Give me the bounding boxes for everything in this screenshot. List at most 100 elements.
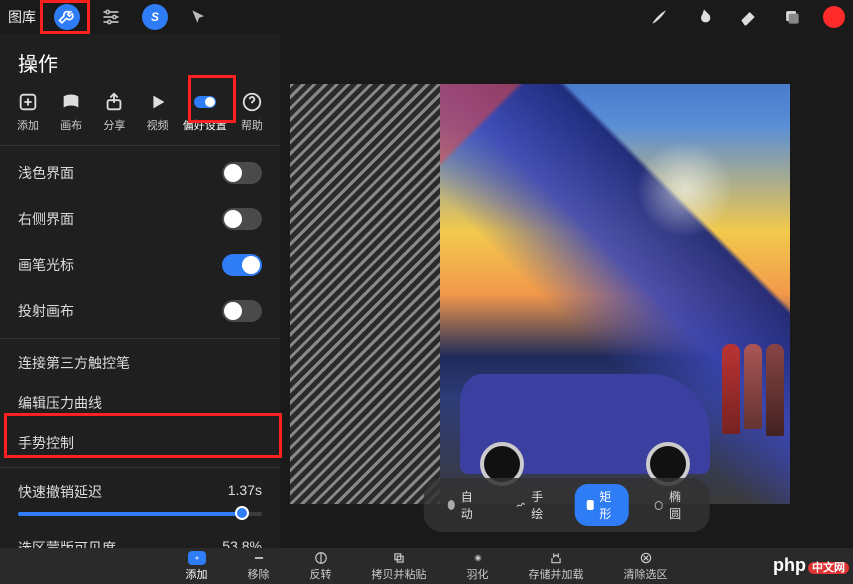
sel-mode-label: 手绘: [531, 488, 548, 522]
copy-paste-icon: [390, 551, 408, 565]
ellipse-icon: [654, 501, 663, 510]
slider-undo-delay: 快速撤销延迟 1.37s: [0, 472, 280, 520]
tab-add[interactable]: 添加: [10, 91, 46, 133]
bottom-toolbar: 添加 移除 反转 拷贝并粘贴 羽化 存储并加载 清除选区: [0, 548, 853, 584]
tab-label: 分享: [103, 117, 125, 133]
link-gesture-controls[interactable]: 手势控制: [0, 423, 280, 463]
wrench-icon[interactable]: [54, 4, 80, 30]
save-load-icon: [547, 551, 565, 565]
feather-icon: [469, 551, 487, 565]
toggle-icon: [194, 91, 216, 113]
play-icon: [147, 91, 169, 113]
canvas-area[interactable]: 自动 手绘 矩形 椭圆: [280, 34, 853, 548]
sel-mode-label: 椭圆: [669, 488, 686, 522]
cursor-arrow-icon[interactable]: [186, 4, 212, 30]
toggle-right-ui[interactable]: [222, 208, 262, 230]
pref-right-ui: 右侧界面: [0, 196, 280, 242]
row-label: 画笔光标: [18, 255, 74, 275]
invert-icon: [312, 551, 330, 565]
artwork-image: [440, 84, 790, 504]
tab-label: 添加: [17, 117, 39, 133]
actions-panel: 操作 添加 画布 分享 视频: [0, 34, 280, 548]
watermark-tag: 中文网: [808, 562, 849, 574]
rectangle-icon: [586, 500, 593, 510]
svg-text:S: S: [151, 11, 159, 24]
sel-mode-label: 矩形: [599, 488, 616, 522]
toggle-light-ui[interactable]: [222, 162, 262, 184]
slider-value: 1.37s: [228, 482, 262, 502]
pref-project-canvas: 投射画布: [0, 288, 280, 334]
bt-label: 清除选区: [624, 566, 668, 582]
panel-title: 操作: [0, 34, 280, 91]
canvas-icon: [60, 91, 82, 113]
row-label: 手势控制: [18, 433, 74, 453]
link-pressure-curve[interactable]: 编辑压力曲线: [0, 383, 280, 423]
color-swatch[interactable]: [823, 6, 845, 28]
bt-clear[interactable]: 清除选区: [624, 551, 668, 582]
adjustments-icon[interactable]: [98, 4, 124, 30]
tab-prefs[interactable]: 偏好设置: [183, 91, 227, 133]
sel-mode-auto[interactable]: 自动: [435, 484, 489, 526]
brush-icon[interactable]: [647, 4, 673, 30]
bt-label: 移除: [248, 566, 270, 582]
toggle-brush-cursor[interactable]: [222, 254, 262, 276]
gallery-button[interactable]: 图库: [8, 7, 36, 27]
row-label: 浅色界面: [18, 163, 74, 183]
actions-tabs: 添加 画布 分享 视频 偏好设置: [0, 91, 280, 141]
tab-label: 帮助: [241, 117, 263, 133]
top-toolbar: 图库 S: [0, 0, 853, 34]
tab-label: 视频: [147, 117, 169, 133]
help-icon: [241, 91, 263, 113]
plus-square-icon: [17, 91, 39, 113]
pref-light-ui: 浅色界面: [0, 150, 280, 196]
tab-share[interactable]: 分享: [96, 91, 132, 133]
pref-brush-cursor: 画笔光标: [0, 242, 280, 288]
sel-mode-rectangle[interactable]: 矩形: [574, 484, 628, 526]
bt-label: 存储并加载: [529, 566, 584, 582]
slider-label: 选区蒙版可见度: [18, 538, 116, 548]
row-label: 投射画布: [18, 301, 74, 321]
watermark-brand: php: [773, 555, 806, 575]
smudge-icon[interactable]: [691, 4, 717, 30]
minus-icon: [250, 551, 268, 565]
tab-canvas[interactable]: 画布: [53, 91, 89, 133]
clear-icon: [637, 551, 655, 565]
tab-label: 画布: [60, 117, 82, 133]
row-label: 编辑压力曲线: [18, 393, 102, 413]
row-label: 右侧界面: [18, 209, 74, 229]
sel-mode-ellipse[interactable]: 椭圆: [642, 484, 698, 526]
watermark: php中文网: [773, 555, 849, 576]
bt-invert[interactable]: 反转: [310, 551, 332, 582]
bt-remove[interactable]: 移除: [248, 551, 270, 582]
eraser-icon[interactable]: [735, 4, 761, 30]
selection-s-icon[interactable]: S: [142, 4, 168, 30]
sel-mode-label: 自动: [461, 488, 478, 522]
tab-help[interactable]: 帮助: [234, 91, 270, 133]
selection-mode-bar: 自动 手绘 矩形 椭圆: [423, 478, 710, 532]
link-connect-stylus[interactable]: 连接第三方触控笔: [0, 343, 280, 383]
tab-video[interactable]: 视频: [140, 91, 176, 133]
illustration-car: [460, 374, 710, 474]
slider-label: 快速撤销延迟: [18, 482, 102, 502]
plus-icon: [188, 551, 206, 565]
tab-label: 偏好设置: [183, 117, 227, 133]
illustration-figures: [722, 344, 784, 436]
sel-mode-freehand[interactable]: 手绘: [503, 484, 560, 526]
slider-mask-visibility: 选区蒙版可见度 53.8%: [0, 528, 280, 548]
bt-label: 添加: [186, 566, 208, 582]
bt-label: 反转: [310, 566, 332, 582]
slider-track[interactable]: [18, 512, 262, 516]
bt-add[interactable]: 添加: [186, 551, 208, 582]
bt-copy-paste[interactable]: 拷贝并粘贴: [372, 551, 427, 582]
bt-feather[interactable]: 羽化: [467, 551, 489, 582]
artwork: [290, 84, 790, 504]
bt-save-load[interactable]: 存储并加载: [529, 551, 584, 582]
slider-value: 53.8%: [222, 538, 262, 548]
freehand-icon: [515, 499, 525, 511]
bt-label: 羽化: [467, 566, 489, 582]
row-label: 连接第三方触控笔: [18, 353, 130, 373]
bt-label: 拷贝并粘贴: [372, 566, 427, 582]
toggle-project-canvas[interactable]: [222, 300, 262, 322]
auto-dot-icon: [447, 500, 455, 510]
layers-icon[interactable]: [779, 4, 805, 30]
